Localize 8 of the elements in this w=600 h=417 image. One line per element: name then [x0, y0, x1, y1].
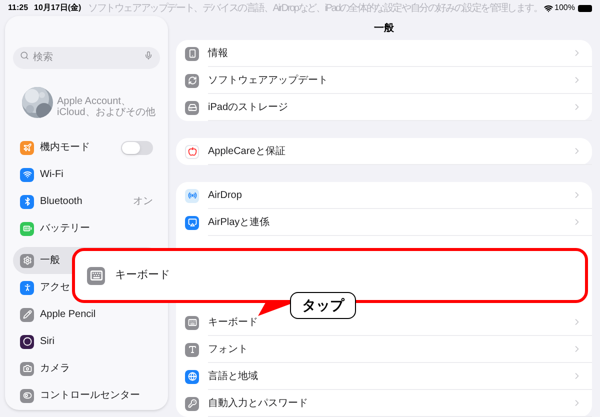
date: 10月17日(金) — [34, 2, 82, 14]
status-value: オン — [133, 195, 153, 209]
account-subtitle: Apple Account、iCloud、およびその他 — [57, 96, 156, 118]
battery-percent: 100% — [554, 2, 575, 14]
clock: 11:25 — [8, 2, 28, 14]
page-title: 一般 — [374, 22, 394, 36]
faded-description: ソフトウェアアップデート、デバイスの言語、AirDropなど、iPadの全体的な設定や自分の好みの設定を管理します。 — [88, 2, 542, 16]
tap-label: タップ — [290, 292, 356, 319]
